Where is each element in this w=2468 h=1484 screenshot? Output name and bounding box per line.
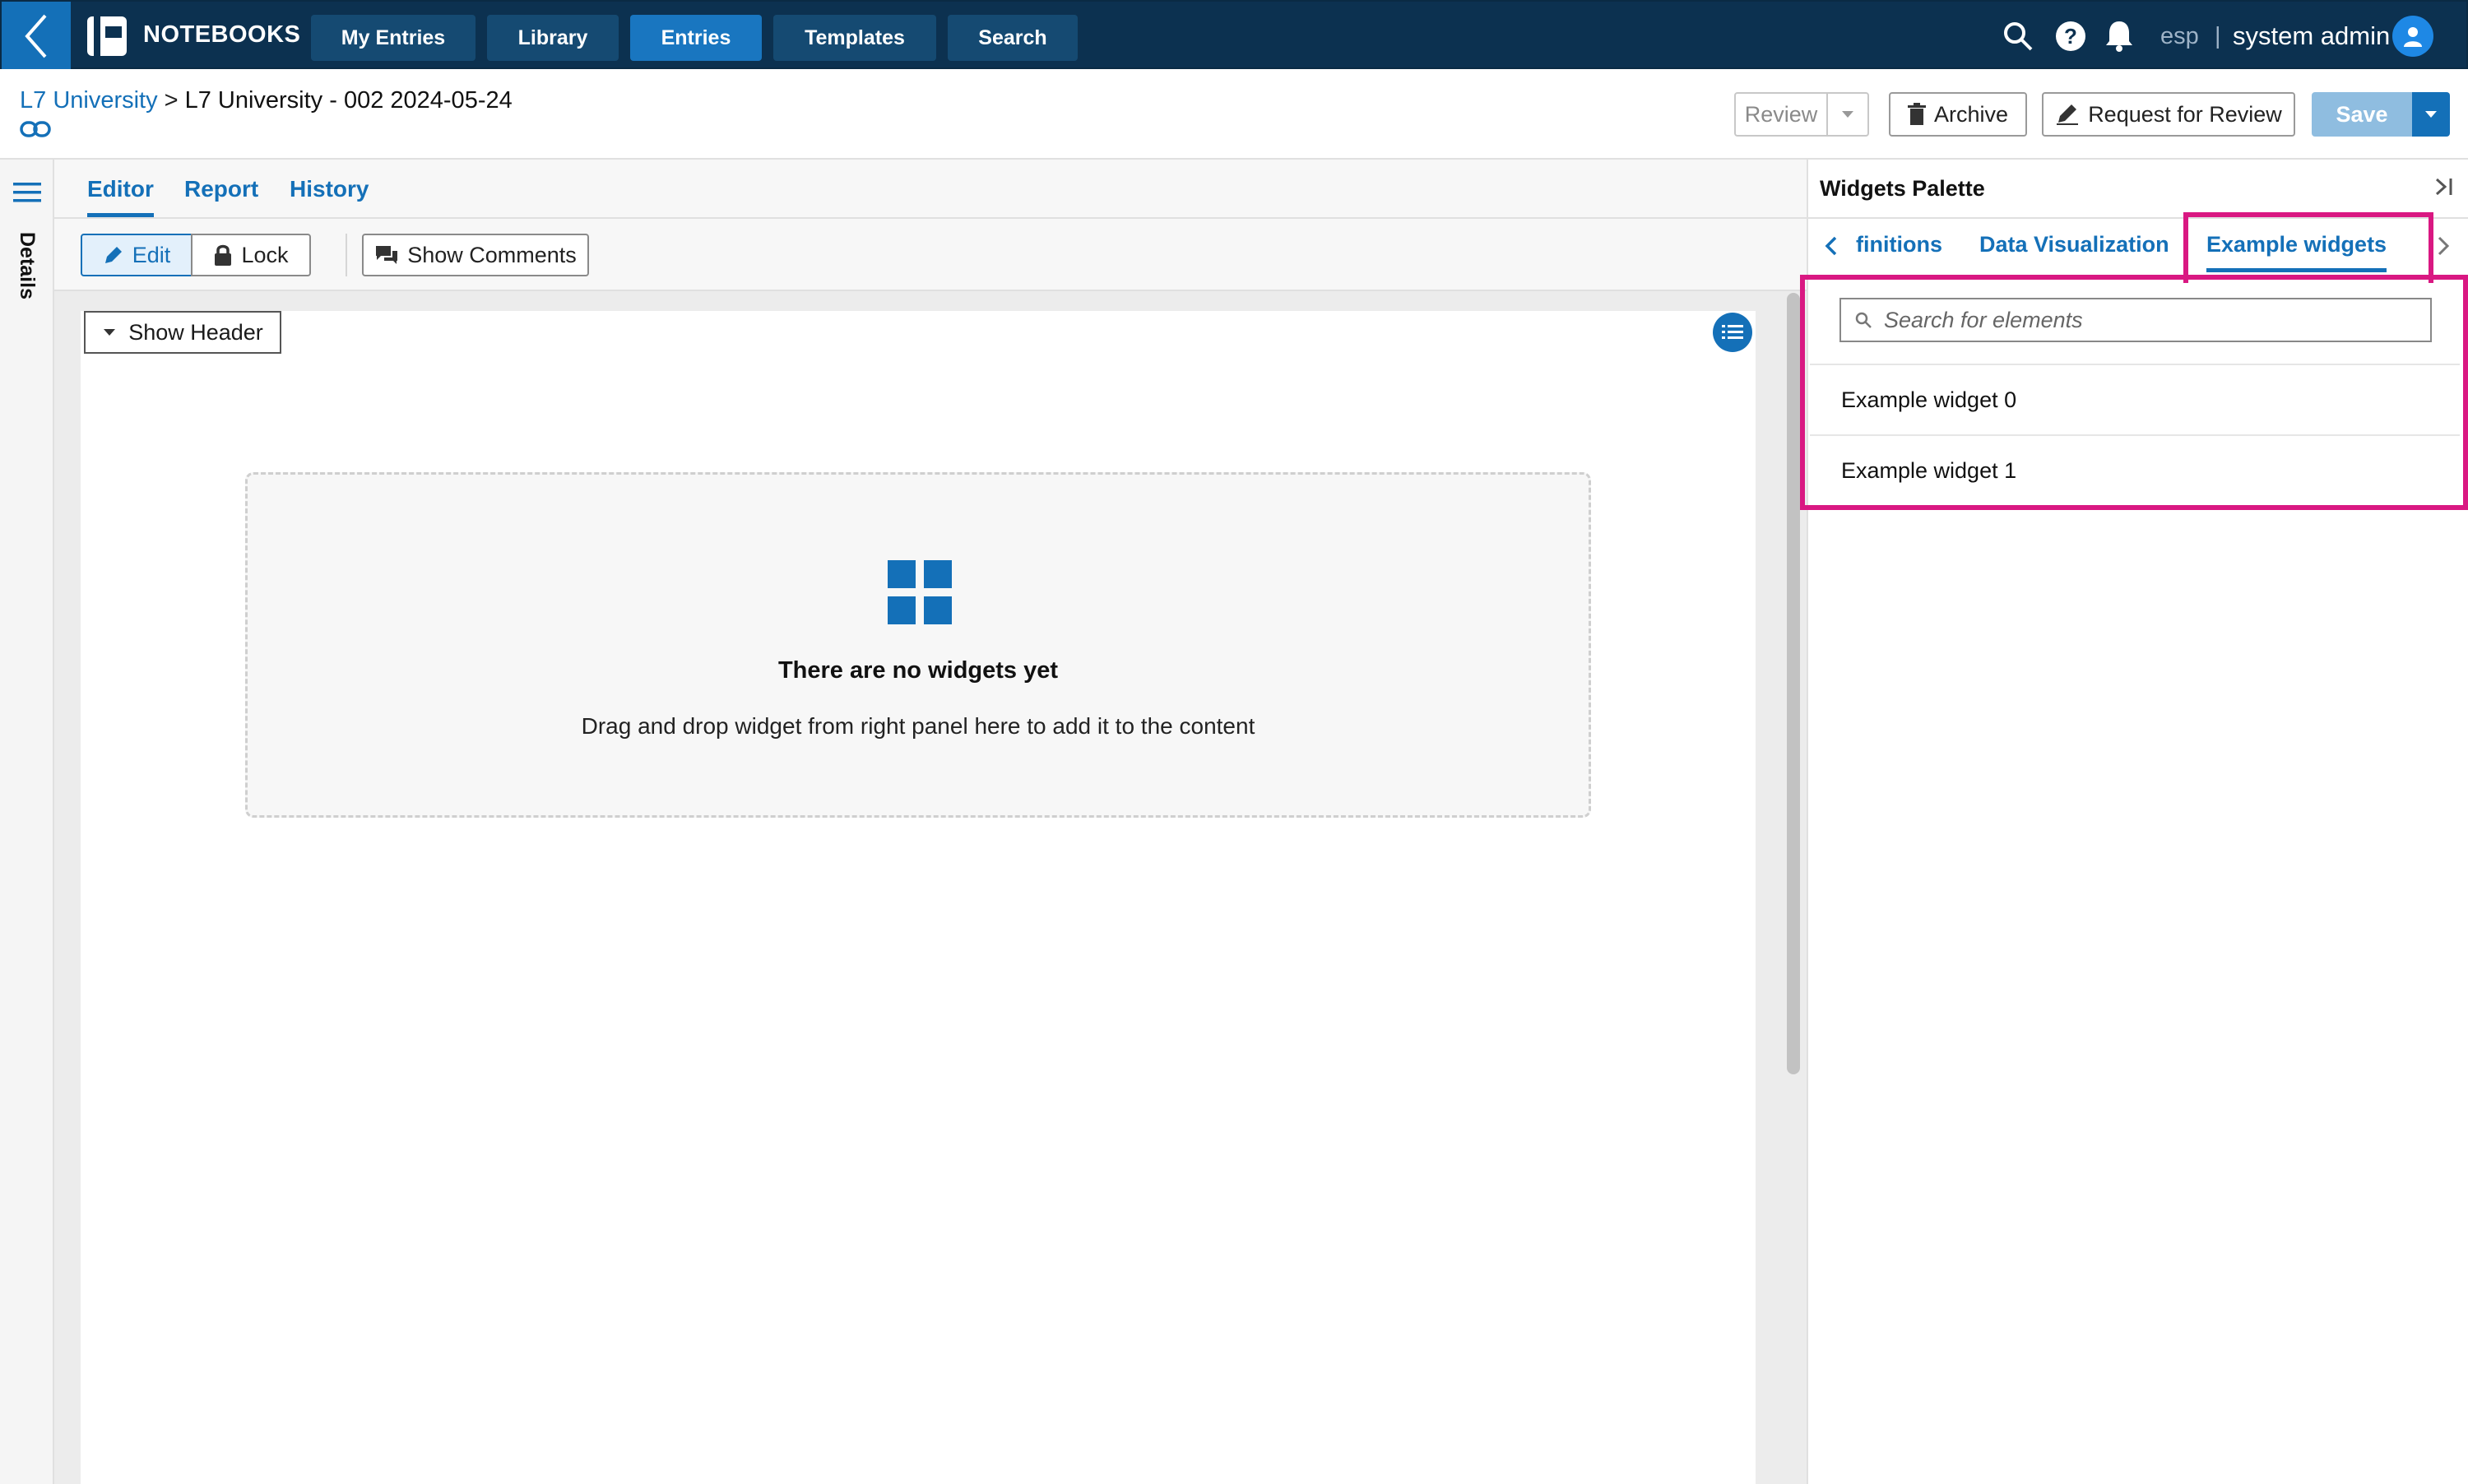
- edit-sign-icon: [2057, 104, 2079, 125]
- svg-text:?: ?: [2064, 24, 2077, 49]
- show-header-label: Show Header: [128, 319, 263, 345]
- help-icon[interactable]: ?: [2055, 2, 2086, 71]
- menu-icon[interactable]: [13, 181, 41, 208]
- nav-tab-entries[interactable]: Entries: [630, 15, 762, 61]
- user-menu[interactable]: [2392, 2, 2433, 71]
- empty-state-description: Drag and drop widget from right panel he…: [581, 713, 1255, 739]
- show-comments-label: Show Comments: [407, 242, 577, 267]
- trash-icon: [1907, 103, 1926, 125]
- details-toggle[interactable]: Details: [15, 232, 39, 299]
- breadcrumb: L7 University > L7 University - 002 2024-0…: [20, 87, 513, 114]
- link-icon[interactable]: [20, 120, 51, 142]
- tab-history[interactable]: History: [290, 176, 369, 202]
- lock-button[interactable]: Lock: [191, 234, 311, 276]
- review-dropdown-button[interactable]: [1826, 92, 1869, 137]
- nav-tab-templates[interactable]: Templates: [773, 15, 936, 61]
- comments-icon: [376, 246, 398, 264]
- app-title: NOTEBOOKS: [143, 21, 301, 48]
- palette-header: Widgets Palette: [1808, 160, 2468, 219]
- review-button[interactable]: Review: [1734, 92, 1828, 137]
- highlight-frame-tab: [2183, 212, 2433, 283]
- request-review-label: Request for Review: [2088, 101, 2282, 127]
- language-selector[interactable]: esp: [2160, 2, 2199, 71]
- save-dropdown-button[interactable]: [2412, 92, 2450, 137]
- caret-down-icon: [1842, 111, 1853, 118]
- caret-down-icon: [2425, 111, 2437, 118]
- editor-toolbar: Edit Lock Show Comments: [54, 219, 1807, 291]
- tabs-scroll-right-icon[interactable]: [2437, 235, 2450, 261]
- editor-scrollbar[interactable]: [1787, 293, 1800, 1074]
- breadcrumb-root-link[interactable]: L7 University: [20, 87, 158, 114]
- highlight-frame-panel: [1800, 275, 2468, 510]
- toolbar-divider: [346, 234, 347, 276]
- lock-icon: [215, 244, 232, 266]
- tab-editor[interactable]: Editor: [87, 176, 154, 217]
- collapse-panel-icon[interactable]: [2432, 174, 2455, 203]
- widgets-grid-icon: [888, 560, 952, 624]
- editor-tabs: Editor Report History: [54, 160, 1807, 219]
- tab-data-visualization[interactable]: Data Visualization: [1979, 232, 2169, 257]
- bell-icon[interactable]: [2104, 2, 2134, 71]
- edit-label: Edit: [132, 242, 171, 267]
- nav-tab-my-entries[interactable]: My Entries: [311, 15, 476, 61]
- tab-report[interactable]: Report: [184, 176, 258, 202]
- archive-label: Archive: [1933, 101, 2009, 127]
- entry-header: L7 University > L7 University - 002 2024-0…: [0, 69, 2468, 160]
- show-comments-button[interactable]: Show Comments: [362, 234, 589, 276]
- edit-button[interactable]: Edit: [81, 234, 193, 276]
- user-separator: |: [2215, 22, 2221, 49]
- details-rail: Details: [0, 160, 54, 1484]
- archive-button[interactable]: Archive: [1889, 92, 2027, 137]
- pencil-icon: [104, 247, 122, 263]
- request-review-button[interactable]: Request for Review: [2042, 92, 2295, 137]
- tab-definitions[interactable]: finitions: [1856, 232, 1942, 257]
- avatar-icon: [2392, 16, 2433, 57]
- table-of-contents-button[interactable]: [1713, 313, 1752, 352]
- search-icon[interactable]: [2002, 2, 2034, 71]
- breadcrumb-separator: >: [164, 87, 179, 114]
- tabs-scroll-left-icon[interactable]: [1825, 235, 1838, 261]
- caret-down-icon: [104, 329, 116, 336]
- breadcrumb-current: L7 University - 002 2024-05-24: [184, 87, 513, 114]
- save-button[interactable]: Save: [2312, 92, 2412, 137]
- empty-state-title: There are no widgets yet: [777, 657, 1059, 684]
- user-name[interactable]: system admin: [2233, 2, 2390, 71]
- nav-tab-search[interactable]: Search: [948, 15, 1078, 61]
- back-button[interactable]: [2, 2, 71, 71]
- chevron-left-icon: [25, 14, 47, 58]
- widget-drop-zone[interactable]: There are no widgets yet Drag and drop w…: [245, 472, 1591, 818]
- top-nav-bar: NOTEBOOKS My Entries Library Entries Tem…: [0, 0, 2468, 71]
- notebook-logo-icon: [87, 16, 127, 56]
- palette-title: Widgets Palette: [1820, 176, 1985, 201]
- nav-tab-library[interactable]: Library: [487, 15, 619, 61]
- lock-label: Lock: [241, 242, 289, 267]
- list-icon: [1722, 325, 1743, 339]
- show-header-button[interactable]: Show Header: [84, 311, 281, 354]
